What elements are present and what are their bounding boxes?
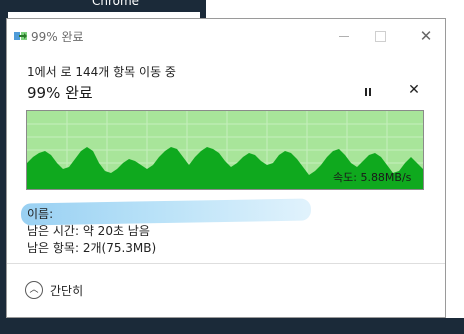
time-remaining-label: 남은 시간: 약 20초 남음 bbox=[27, 224, 150, 238]
dialog-footer: ︿ 간단히 bbox=[7, 263, 445, 318]
maximize-button[interactable] bbox=[365, 25, 395, 47]
pause-button[interactable] bbox=[361, 85, 375, 99]
background-app-title: Chrome bbox=[92, 0, 140, 8]
close-button[interactable]: ✕ bbox=[411, 25, 441, 47]
progress-percent-label: 99% 완료 bbox=[27, 84, 93, 102]
dialog-titlebar: 99% 완료 ✕ bbox=[7, 19, 445, 53]
background-app-bottom bbox=[0, 318, 464, 334]
file-move-icon bbox=[14, 32, 27, 40]
background-app-titlebar: Chrome bbox=[0, 0, 205, 12]
transfer-speed-graph: 속도: 5.88MB/s bbox=[26, 110, 424, 190]
transfer-speed-label: 속도: 5.88MB/s bbox=[333, 171, 412, 184]
file-move-dialog: 99% 완료 ✕ 1에서 로 144개 항목 이동 중 99% 완료 ✕ 속도:… bbox=[6, 18, 446, 318]
minimize-icon bbox=[339, 35, 349, 37]
operation-description: 1에서 로 144개 항목 이동 중 bbox=[27, 65, 176, 79]
screen: Chrome 99% 완료 ✕ 1에서 로 144개 항목 이동 중 99% 완… bbox=[0, 0, 464, 334]
cancel-button[interactable]: ✕ bbox=[407, 82, 421, 98]
maximize-icon bbox=[374, 30, 386, 42]
dialog-title: 99% 완료 bbox=[31, 30, 84, 44]
fewer-details-label: 간단히 bbox=[50, 283, 84, 298]
minimize-button[interactable] bbox=[329, 25, 359, 47]
file-name-label: 이름: bbox=[27, 207, 54, 221]
fewer-details-button[interactable]: ︿ 간단히 bbox=[25, 281, 83, 299]
pause-icon bbox=[365, 88, 367, 96]
close-icon: ✕ bbox=[419, 26, 433, 45]
chevron-up-icon: ︿ bbox=[25, 281, 43, 299]
items-remaining-label: 남은 항목: 2개(75.3MB) bbox=[27, 241, 157, 255]
